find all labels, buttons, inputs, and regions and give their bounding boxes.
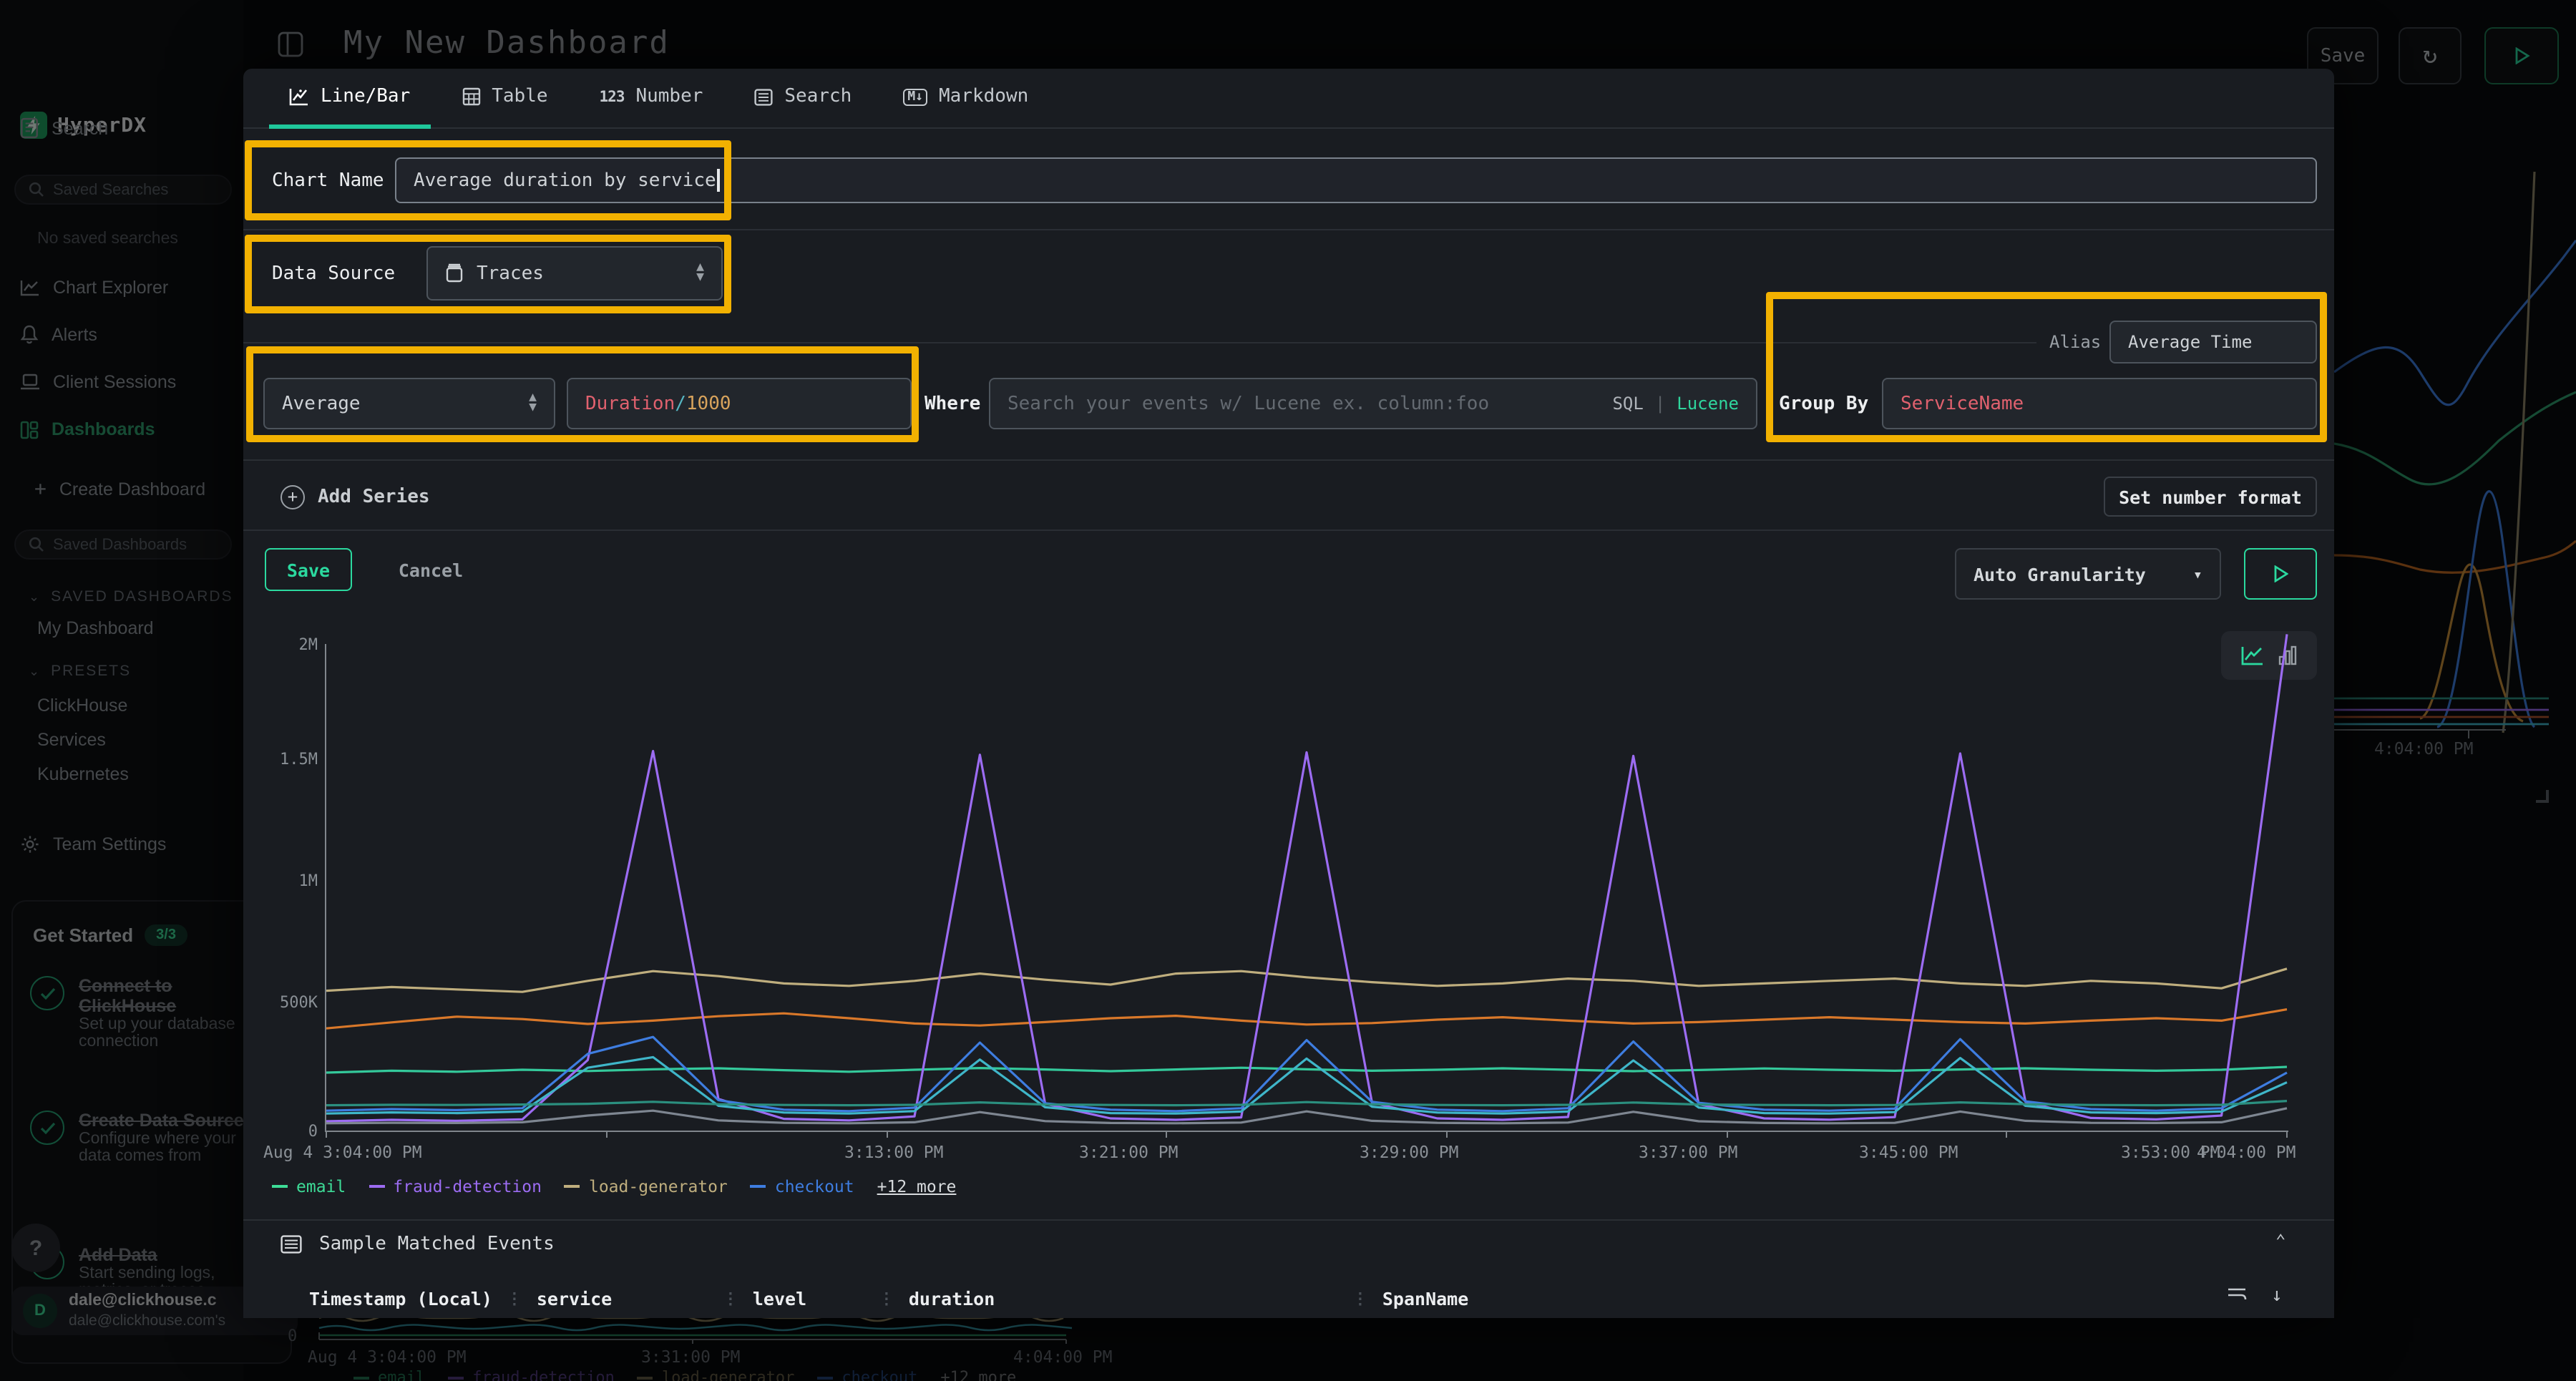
group-by-label: Group By [1779,394,1868,415]
y-tick-label: 0 [255,1122,318,1141]
column-header-duration[interactable]: duration [909,1288,1338,1309]
sample-events-header[interactable]: Sample Matched Events [280,1234,555,1255]
where-label: Where [924,394,980,415]
x-tick-label: 3:21:00 PM [1079,1142,1179,1162]
sql-toggle[interactable]: SQL [1612,394,1643,414]
legend-item[interactable]: checkout [751,1176,854,1196]
column-separator[interactable]: ⋮ [879,1289,894,1308]
table-icon [462,87,480,106]
chart-name-input[interactable]: Average duration by service [395,157,2317,203]
edit-chart-modal: Line/Bar Table 123 Number Search M↓ Mark… [243,69,2334,1318]
select-arrows-icon: ▲▼ [529,394,537,414]
set-number-format-button[interactable]: Set number format [2104,477,2317,517]
y-tick-label: 2M [255,635,318,654]
where-search-input[interactable]: Search your events w/ Lucene ex. column:… [989,378,1757,429]
list-icon [754,88,773,105]
tab-number[interactable]: 123 Number [580,69,723,129]
data-source-select[interactable]: Traces ▲▼ [426,246,723,301]
tab-table[interactable]: Table [441,69,567,129]
x-tick-label: 3:45:00 PM [1859,1142,1958,1162]
line-chart-icon [289,87,309,106]
add-series-button[interactable]: + Add Series [280,485,430,509]
play-icon [2273,565,2288,582]
series-frontend [326,1010,2287,1029]
x-tick-label: 3:13:00 PM [844,1142,944,1162]
granularity-select[interactable]: Auto Granularity▾ [1955,548,2221,600]
list-icon [280,1235,302,1254]
chart-legend: email fraud-detection load-generator che… [272,1176,956,1196]
text-caret [718,169,720,192]
y-tick-label: 500K [255,993,318,1012]
collapse-section-icon[interactable]: ⌃ [2275,1231,2285,1251]
series-load-generator [326,969,2287,992]
series-cart [326,1057,2287,1113]
expression-input[interactable]: Duration/1000 [567,378,912,429]
x-tick-label: 3:29:00 PM [1360,1142,1459,1162]
column-header-service[interactable]: service [537,1288,708,1309]
table-header-actions: ↓ [2227,1285,2283,1307]
series-currency [326,1101,2287,1106]
x-tick-label: 4:04:00 PM [2197,1142,2296,1162]
save-button[interactable]: Save [265,548,352,591]
chevron-down-icon: ▾ [2193,565,2202,583]
y-tick-label: 1M [255,872,318,890]
app-root: HyperDX Search Saved Searches No saved s… [0,0,2576,1381]
alias-input[interactable]: Average Time [2109,321,2317,363]
series-checkout [326,1037,2287,1111]
main-chart-svg [326,635,2287,1139]
cancel-button[interactable]: Cancel [381,548,481,591]
column-header-timestamp[interactable]: Timestamp (Local) [309,1288,492,1309]
events-table-header: Timestamp (Local) ⋮ service ⋮ level ⋮ du… [309,1288,1468,1309]
number-123-icon: 123 [600,88,625,105]
tab-search[interactable]: Search [734,69,872,129]
aggregation-select[interactable]: Average ▲▼ [263,378,555,429]
column-separator[interactable]: ⋮ [1352,1289,1368,1308]
run-chart-button[interactable] [2244,548,2317,600]
column-header-spanname[interactable]: SpanName [1382,1288,1468,1309]
markdown-icon: M↓ [903,88,927,105]
x-tick-label: Aug 4 3:04:00 PM [263,1142,422,1162]
column-header-level[interactable]: level [753,1288,864,1309]
legend-item[interactable]: fraud-detection [369,1176,542,1196]
x-tick-label: 3:37:00 PM [1639,1142,1738,1162]
series-fraud-detection [326,634,2287,1121]
column-separator[interactable]: ⋮ [507,1289,522,1308]
group-by-input[interactable]: ServiceName [1882,378,2317,429]
filter-icon[interactable] [2227,1285,2248,1305]
chart-type-tabs: Line/Bar Table 123 Number Search M↓ Mark… [243,69,2334,129]
legend-item[interactable]: load-generator [565,1176,728,1196]
chart-name-label: Chart Name [272,170,384,192]
select-arrows-icon: ▲▼ [696,263,704,284]
tab-line-bar[interactable]: Line/Bar [269,69,430,129]
alias-label: Alias [2049,332,2101,352]
y-tick-label: 1.5M [255,750,318,768]
series-shipping [326,1108,2287,1123]
download-icon[interactable]: ↓ [2271,1285,2283,1307]
plus-circle-icon: + [280,485,305,509]
lucene-toggle[interactable]: Lucene [1677,394,1739,414]
database-icon [445,263,464,283]
main-chart: 2M 1.5M 1M 500K 0 Aug 4 3:04:00 PM 3:13:… [243,635,2334,1208]
legend-item[interactable]: email [272,1176,346,1196]
data-source-label: Data Source [272,263,395,285]
column-separator[interactable]: ⋮ [723,1289,738,1308]
legend-more-link[interactable]: +12 more [877,1176,957,1196]
tab-markdown[interactable]: M↓ Markdown [883,69,1048,129]
